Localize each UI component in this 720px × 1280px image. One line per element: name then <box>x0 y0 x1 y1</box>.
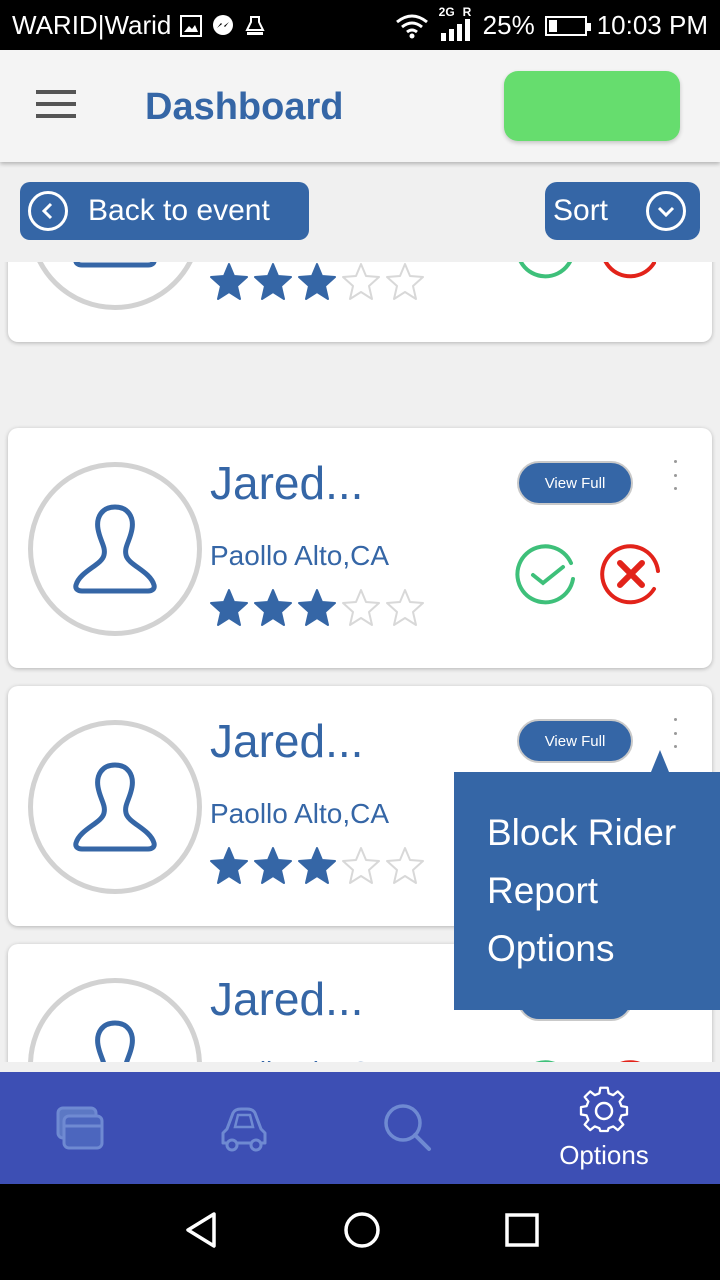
star-empty-icon <box>342 589 380 626</box>
star-filled-icon <box>210 589 248 626</box>
rider-name: Jared... <box>210 973 364 1025</box>
reject-icon[interactable] <box>598 541 664 607</box>
bottom-tab-bar: Options <box>0 1072 720 1184</box>
reject-icon[interactable] <box>598 1057 664 1062</box>
tab-options[interactable]: Options <box>544 1072 664 1184</box>
car-icon <box>221 1107 267 1152</box>
page-title: Dashboard <box>145 86 344 128</box>
star-filled-icon <box>210 847 248 884</box>
back-icon[interactable] <box>182 1210 222 1250</box>
tab-search[interactable] <box>368 1072 448 1184</box>
rating-stars <box>208 262 426 302</box>
reject-icon[interactable] <box>598 262 664 281</box>
star-filled-icon <box>254 263 292 300</box>
person-icon <box>73 262 157 268</box>
tab-rides[interactable] <box>204 1072 284 1184</box>
carrier-name: WARID|Warid <box>12 10 172 40</box>
rider-location: Paollo Alto,CA <box>210 1056 389 1062</box>
wifi-icon <box>395 14 428 38</box>
star-empty-icon <box>386 847 424 884</box>
rider-name: Jared... <box>210 457 364 509</box>
menu-icon[interactable] <box>36 90 76 120</box>
star-empty-icon <box>386 589 424 626</box>
roaming-indicator: R <box>462 4 472 19</box>
star-empty-icon <box>342 847 380 884</box>
accept-icon[interactable] <box>513 262 579 281</box>
person-icon <box>73 762 157 852</box>
rider-card: Jared... Paollo Alto,CA View Full <box>8 262 712 342</box>
avatar <box>28 262 202 310</box>
signal-icon: 2G R <box>439 5 473 41</box>
options-popup: Block Rider Report Options <box>454 772 720 1010</box>
star-filled-icon <box>254 589 292 626</box>
rating-stars <box>208 588 426 628</box>
battery-percent: 25% <box>482 10 535 40</box>
rider-location: Paollo Alto,CA <box>210 540 389 571</box>
app-bar: Dashboard <box>0 50 720 162</box>
options-menu-item[interactable]: Options <box>487 920 720 978</box>
rider-location: Paollo Alto,CA <box>210 798 389 829</box>
gallery-icon <box>180 14 203 37</box>
gear-icon <box>579 1086 629 1132</box>
search-icon <box>384 1104 431 1151</box>
tab-cards[interactable] <box>40 1072 120 1184</box>
more-options-icon[interactable] <box>668 460 682 490</box>
avatar <box>28 720 202 894</box>
chevron-down-icon <box>646 191 687 231</box>
messenger-icon <box>213 14 234 35</box>
view-full-button[interactable]: View Full <box>517 719 633 763</box>
battery-icon <box>544 15 591 36</box>
accept-icon[interactable] <box>513 1057 579 1062</box>
recents-icon[interactable] <box>502 1210 542 1250</box>
clock: 10:03 PM <box>596 10 708 40</box>
more-options-icon[interactable] <box>668 718 682 748</box>
star-filled-icon <box>210 263 248 300</box>
system-nav-bar <box>0 1184 720 1280</box>
rider-card: Jared... Paollo Alto,CA View Full <box>8 428 712 668</box>
status-bar: WARID|Warid 2G R 25% 10:03 PM <box>0 0 720 50</box>
back-to-event-button[interactable]: Back to event <box>20 182 309 240</box>
sort-label: Sort <box>553 194 609 227</box>
star-filled-icon <box>298 589 336 626</box>
star-empty-icon <box>386 263 424 300</box>
cards-icon <box>56 1106 104 1150</box>
block-rider-menu-item[interactable]: Block Rider <box>487 804 720 862</box>
tab-options-label: Options <box>559 1139 649 1170</box>
person-icon <box>95 1020 135 1062</box>
star-filled-icon <box>298 263 336 300</box>
report-menu-item[interactable]: Report <box>487 862 720 920</box>
star-filled-icon <box>254 847 292 884</box>
chevron-left-icon <box>28 191 68 231</box>
action-button[interactable] <box>504 71 680 141</box>
person-icon <box>73 504 157 594</box>
accept-icon[interactable] <box>513 541 579 607</box>
network-type: 2G <box>438 4 455 19</box>
home-icon[interactable] <box>342 1210 382 1250</box>
rating-stars <box>208 846 426 886</box>
avatar <box>28 978 202 1062</box>
view-full-button[interactable]: View Full <box>517 461 633 505</box>
back-to-event-label: Back to event <box>88 194 270 227</box>
notification-icon <box>245 15 266 35</box>
popup-arrow <box>651 750 669 772</box>
star-filled-icon <box>298 847 336 884</box>
avatar <box>28 462 202 636</box>
star-empty-icon <box>342 263 380 300</box>
rider-name: Jared... <box>210 715 364 767</box>
sort-button[interactable]: Sort <box>545 182 700 240</box>
